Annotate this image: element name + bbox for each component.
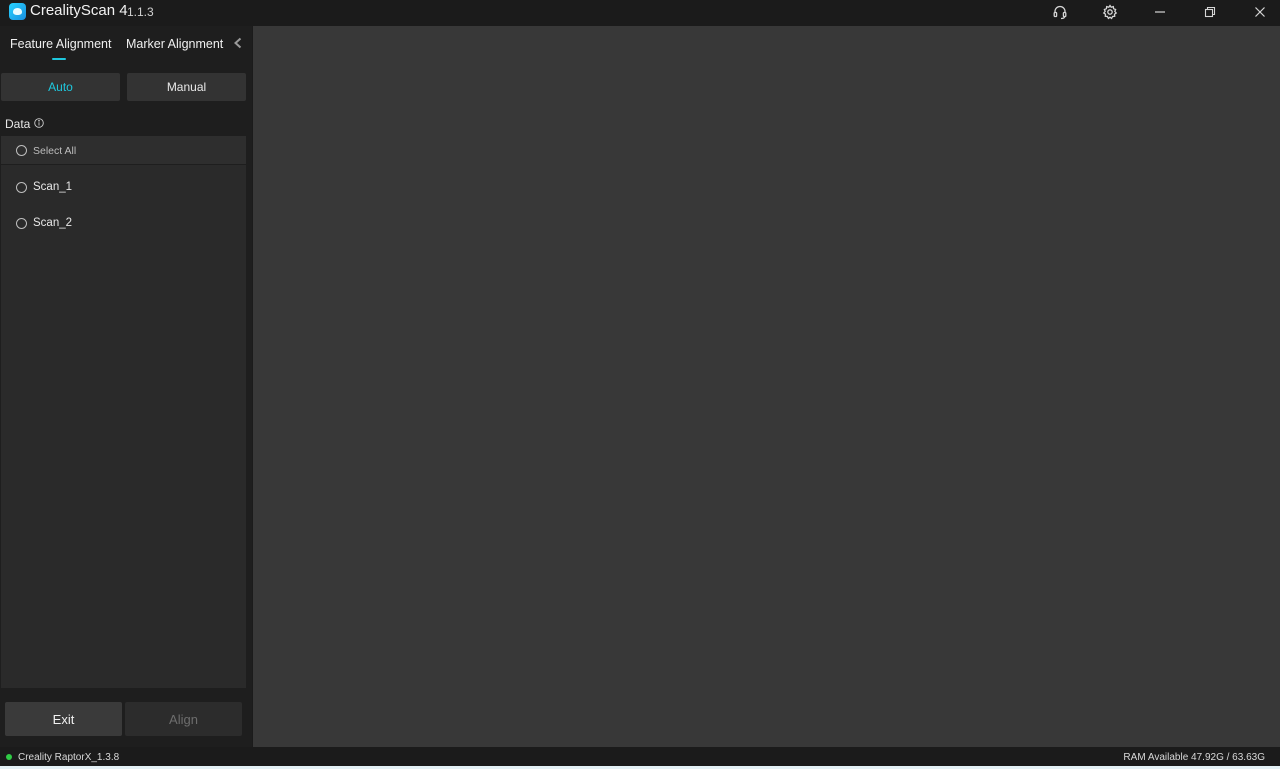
scan-2-label: Scan_2 [33, 217, 73, 229]
minimize-icon [1155, 11, 1165, 13]
exit-button[interactable]: Exit [5, 702, 122, 736]
data-section-label: Data [5, 117, 31, 131]
close-button[interactable] [1240, 0, 1280, 24]
support-button[interactable] [1040, 0, 1080, 24]
scan-1-label: Scan_1 [33, 181, 73, 193]
scan-2-radio[interactable] [16, 218, 27, 229]
status-bar: Creality RaptorX_1.3.8 RAM Available 47.… [0, 747, 1280, 766]
tab-marker-alignment[interactable]: Marker Alignment [126, 37, 223, 51]
select-all-radio[interactable] [16, 145, 27, 156]
restore-button[interactable] [1190, 0, 1230, 24]
collapse-panel-button[interactable] [231, 36, 245, 50]
manual-mode-button[interactable]: Manual [127, 73, 246, 101]
connection-status-icon [6, 754, 12, 760]
viewport-canvas[interactable] [253, 26, 1280, 747]
align-button[interactable]: Align [125, 702, 242, 736]
data-list: Select All Scan_1 Scan_2 [1, 136, 246, 688]
settings-button[interactable] [1090, 0, 1130, 24]
select-all-row[interactable]: Select All [1, 136, 246, 165]
title-bar: CrealityScan 4 1.1.3 [0, 0, 1280, 26]
device-name: Creality RaptorX_1.3.8 [18, 752, 120, 763]
alignment-panel: Feature Alignment Marker Alignment Auto … [0, 26, 252, 747]
headset-icon [1053, 5, 1067, 20]
app-version: 1.1.3 [127, 5, 154, 19]
active-tab-indicator [52, 58, 66, 60]
app-name: CrealityScan 4 [30, 2, 128, 19]
gear-icon [1102, 4, 1118, 20]
minimize-button[interactable] [1140, 0, 1180, 24]
auto-mode-button[interactable]: Auto [1, 73, 120, 101]
info-icon[interactable] [34, 118, 44, 128]
restore-icon [1204, 6, 1216, 18]
scan-1-radio[interactable] [16, 182, 27, 193]
chevron-left-icon [234, 37, 242, 49]
app-logo-icon [9, 3, 26, 20]
close-icon [1255, 7, 1265, 17]
tab-feature-alignment[interactable]: Feature Alignment [10, 37, 111, 51]
select-all-label: Select All [33, 145, 77, 157]
ram-available: RAM Available 47.92G / 63.63G [1123, 752, 1265, 763]
